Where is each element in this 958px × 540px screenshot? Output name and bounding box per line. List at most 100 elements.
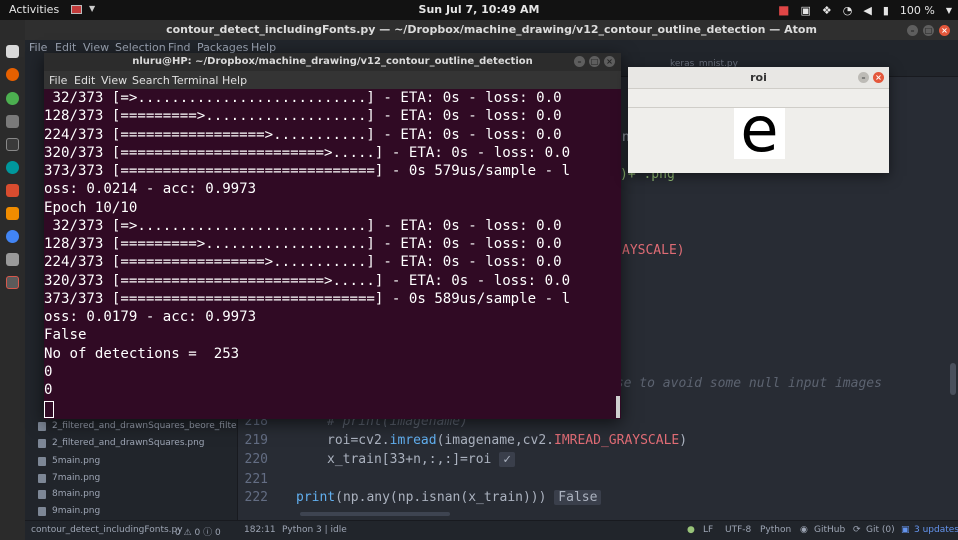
mail-icon[interactable] bbox=[6, 115, 19, 128]
git-icon[interactable]: ⟳ bbox=[853, 525, 861, 535]
presentation-icon[interactable] bbox=[6, 184, 19, 197]
terminal-window: nluru@HP: ~/Dropbox/machine_drawing/v12_… bbox=[44, 53, 621, 419]
close-icon[interactable]: × bbox=[939, 25, 950, 36]
chrome-icon[interactable] bbox=[6, 92, 19, 105]
roi-title-bar: roi – × bbox=[628, 67, 889, 89]
tree-item[interactable]: 2_filtered_and_drawnSquares_beore_filte bbox=[38, 421, 237, 431]
close-icon[interactable]: × bbox=[873, 72, 884, 83]
atom-window-title: contour_detect_includingFonts.py — ~/Dro… bbox=[25, 20, 958, 40]
roi-title-text: roi bbox=[750, 71, 767, 84]
minimize-icon[interactable]: – bbox=[574, 56, 585, 67]
vlc-icon[interactable] bbox=[6, 207, 19, 220]
battery-level[interactable]: 100 % bbox=[900, 4, 935, 17]
code-comment: use to avoid some null input images bbox=[608, 376, 882, 391]
horizontal-scrollbar[interactable] bbox=[300, 512, 450, 516]
status-line-ending[interactable]: LF bbox=[703, 525, 713, 535]
terminal-cursor bbox=[44, 401, 54, 418]
code-token: imread bbox=[389, 433, 437, 448]
terminal-line: 224/373 [=================>...........] … bbox=[44, 127, 562, 143]
terminal-output[interactable]: 32/373 [=>...........................] -… bbox=[44, 89, 621, 419]
wifi-icon[interactable]: ◔ bbox=[843, 4, 853, 17]
menu-search[interactable]: Search bbox=[132, 74, 170, 87]
status-github[interactable]: GitHub bbox=[814, 525, 845, 535]
github-icon[interactable]: ◉ bbox=[800, 525, 808, 535]
tree-item[interactable]: 2_filtered_and_drawnSquares.png bbox=[38, 438, 205, 448]
code-token: IMREAD_GRAYSCALE bbox=[554, 433, 680, 448]
terminal-window-controls: – □ × bbox=[574, 56, 615, 67]
roi-image: e bbox=[734, 95, 785, 165]
atom-window-controls: – □ × bbox=[907, 25, 950, 36]
firefox-icon[interactable] bbox=[6, 68, 19, 81]
status-git[interactable]: Git (0) bbox=[866, 525, 895, 535]
menu-terminal[interactable]: Terminal bbox=[172, 74, 219, 87]
roi-character: e bbox=[740, 93, 779, 166]
terminal-scrollbar[interactable] bbox=[616, 396, 620, 418]
atom-icon[interactable] bbox=[6, 276, 19, 289]
terminal-title-text: nluru@HP: ~/Dropbox/machine_drawing/v12_… bbox=[132, 56, 533, 67]
status-kernel[interactable]: Python 3 | idle bbox=[282, 525, 347, 535]
tree-item[interactable]: 7main.png bbox=[37, 473, 100, 483]
dock bbox=[0, 20, 25, 540]
status-bar: contour_detect_includingFonts.py 0 ⚠ 0 ⓘ… bbox=[25, 520, 958, 540]
code-token: (imagename,cv2. bbox=[436, 433, 554, 448]
screenshot-icon[interactable]: ▣ bbox=[800, 4, 810, 17]
settings-icon[interactable] bbox=[6, 253, 19, 266]
system-tray[interactable]: ■ ▣ ❖ ◔ ◀ ▮ 100 % ▼ bbox=[778, 3, 952, 17]
terminal-icon[interactable] bbox=[6, 138, 19, 151]
tree-item[interactable]: 5main.png bbox=[37, 456, 100, 466]
terminal-line: 373/373 [==============================]… bbox=[44, 163, 571, 179]
roi-window: roi – × e bbox=[628, 67, 889, 173]
minimize-icon[interactable]: – bbox=[858, 72, 869, 83]
maximize-icon[interactable]: □ bbox=[923, 25, 934, 36]
status-grammar[interactable]: Python bbox=[760, 525, 791, 535]
terminal-line: False bbox=[44, 327, 87, 343]
roi-window-controls: – × bbox=[858, 72, 884, 83]
browser-icon[interactable] bbox=[6, 230, 19, 243]
terminal-line: 0 bbox=[44, 364, 53, 380]
terminal-line: 320/373 [========================>.....]… bbox=[44, 145, 571, 161]
code-line-220: x_train[33+n,:,:]=roi ✓ bbox=[327, 452, 516, 467]
status-updates[interactable]: 3 updates bbox=[914, 525, 958, 535]
menu-view[interactable]: View bbox=[101, 74, 127, 87]
status-encoding[interactable]: UTF-8 bbox=[725, 525, 751, 535]
terminal-line: 128/373 [=========>...................] … bbox=[44, 108, 562, 124]
status-cursor-position[interactable]: 182:11 bbox=[244, 525, 276, 535]
menu-edit[interactable]: Edit bbox=[74, 74, 95, 87]
menu-help[interactable]: Help bbox=[222, 74, 247, 87]
terminal-line: 0 bbox=[44, 382, 53, 398]
terminal-line: oss: 0.0214 - acc: 0.9973 bbox=[44, 181, 257, 197]
hydrogen-result-badge[interactable]: ✓ bbox=[499, 452, 516, 467]
files-icon[interactable] bbox=[6, 45, 19, 58]
terminal-line: 32/373 [=>...........................] -… bbox=[44, 90, 562, 106]
atom-title-text: contour_detect_includingFonts.py — ~/Dro… bbox=[166, 23, 817, 36]
tree-item[interactable]: 8main.png bbox=[37, 489, 100, 499]
code-line-222: print(np.any(np.isnan(x_train))) False bbox=[296, 490, 602, 505]
minimize-icon[interactable]: – bbox=[907, 25, 918, 36]
tree-item[interactable]: 9main.png bbox=[37, 506, 100, 516]
line-number: 219 bbox=[244, 433, 268, 448]
status-diagnostics[interactable]: 0 ⚠ 0 ⓘ 0 bbox=[175, 525, 221, 538]
close-icon[interactable]: × bbox=[604, 56, 615, 67]
battery-icon[interactable]: ▮ bbox=[883, 4, 889, 17]
arduino-icon[interactable] bbox=[6, 161, 19, 174]
code-token: roi=cv2. bbox=[327, 433, 390, 448]
code-token: (np.any(np.isnan(x_train))) bbox=[335, 490, 547, 505]
roi-canvas: e bbox=[628, 89, 889, 173]
volume-icon[interactable]: ◀ bbox=[863, 4, 871, 17]
code-token: x_train[33+n,:,:]=roi bbox=[327, 452, 492, 467]
hydrogen-result-badge[interactable]: False bbox=[554, 490, 602, 505]
line-number: 221 bbox=[244, 472, 268, 487]
menu-file[interactable]: File bbox=[49, 74, 67, 87]
terminal-line: oss: 0.0179 - acc: 0.9973 bbox=[44, 309, 257, 325]
terminal-title-bar: nluru@HP: ~/Dropbox/machine_drawing/v12_… bbox=[44, 53, 621, 71]
dropbox-icon[interactable]: ❖ bbox=[822, 4, 832, 17]
chevron-down-icon[interactable]: ▼ bbox=[946, 6, 952, 15]
terminal-line: 373/373 [==============================]… bbox=[44, 291, 571, 307]
terminal-line: Epoch 10/10 bbox=[44, 200, 138, 216]
terminal-line: 224/373 [=================>...........] … bbox=[44, 254, 562, 270]
vertical-scrollbar[interactable] bbox=[950, 363, 956, 395]
maximize-icon[interactable]: □ bbox=[589, 56, 600, 67]
record-icon[interactable]: ■ bbox=[778, 3, 789, 17]
updates-icon[interactable]: ▣ bbox=[901, 525, 910, 535]
status-file-path[interactable]: contour_detect_includingFonts.py bbox=[31, 525, 183, 535]
